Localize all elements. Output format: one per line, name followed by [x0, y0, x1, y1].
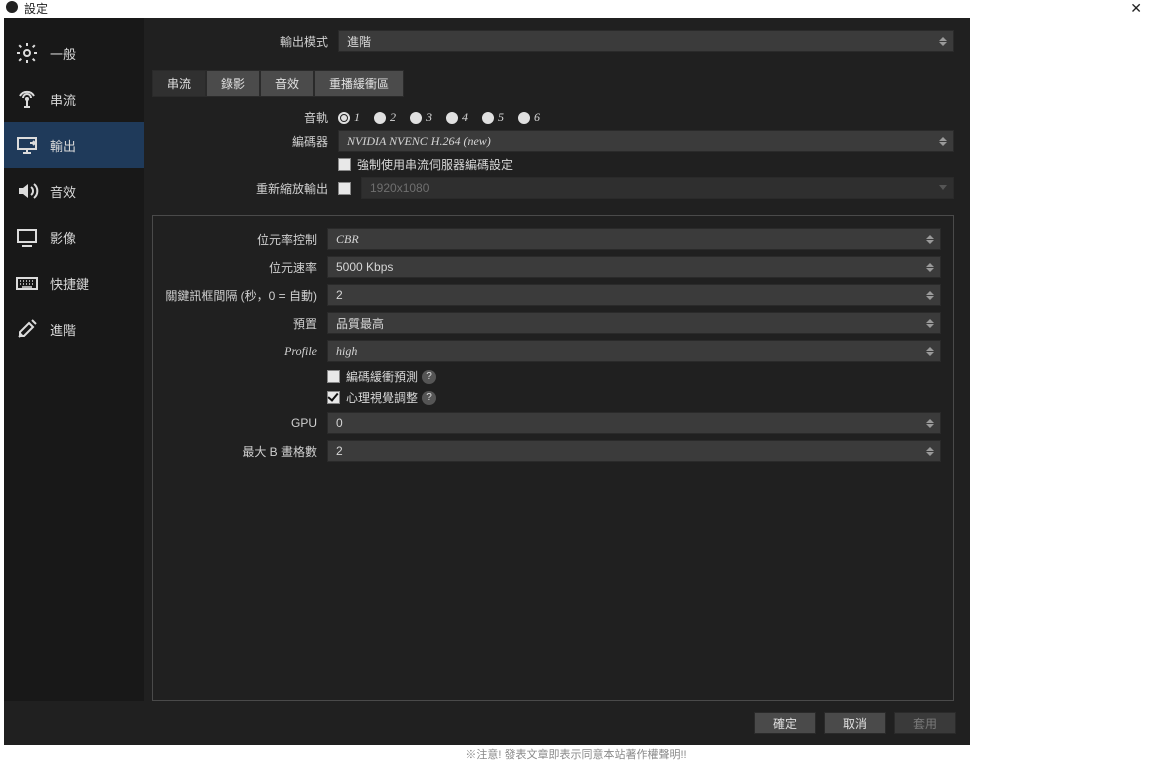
- audio-track-3[interactable]: 3: [410, 110, 432, 125]
- enforce-label: 強制使用串流伺服器編碼設定: [357, 156, 513, 173]
- sidebar-item-label: 進階: [50, 320, 76, 339]
- sidebar-item-video[interactable]: 影像: [4, 214, 144, 260]
- gpu-input[interactable]: 0: [327, 412, 941, 434]
- encoder-settings-panel: 位元率控制 CBR 位元速率 5000 Kbps 關鍵訊框間隔 (秒，0 = 自…: [152, 215, 954, 701]
- keyboard-icon: [12, 268, 42, 298]
- tab-audio[interactable]: 音效: [260, 70, 314, 97]
- preset-select[interactable]: 品質最高: [327, 312, 941, 334]
- audio-track-2[interactable]: 2: [374, 110, 396, 125]
- encoder-value: NVIDIA NVENC H.264 (new): [347, 134, 491, 149]
- profile-value: high: [336, 344, 357, 359]
- psycho-checkbox[interactable]: [327, 391, 340, 404]
- updown-icon: [926, 286, 938, 304]
- bitrate-label: 位元速率: [157, 259, 327, 276]
- help-icon[interactable]: ?: [422, 370, 436, 384]
- monitor-output-icon: [12, 130, 42, 160]
- tab-replaybuffer[interactable]: 重播緩衝區: [314, 70, 404, 97]
- sidebar-item-advanced[interactable]: 進階: [4, 306, 144, 352]
- tab-streaming[interactable]: 串流: [152, 70, 206, 97]
- titlebar: 設定 ✕: [0, 0, 1152, 18]
- content-pane: 輸出模式 進階 串流 錄影 音效 重播緩衝區 音軌 1 2 3: [144, 18, 970, 701]
- sidebar-item-label: 音效: [50, 182, 76, 201]
- tools-icon: [12, 314, 42, 344]
- updown-icon: [926, 230, 938, 248]
- rescale-select[interactable]: 1920x1080: [361, 177, 954, 199]
- updown-icon: [926, 442, 938, 460]
- window-title: 設定: [24, 0, 48, 17]
- bitrate-value: 5000 Kbps: [336, 260, 393, 274]
- encoder-label: 編碼器: [152, 133, 338, 150]
- encoder-select[interactable]: NVIDIA NVENC H.264 (new): [338, 130, 954, 152]
- profile-label: Profile: [157, 344, 327, 359]
- rescale-checkbox[interactable]: [338, 182, 351, 195]
- rescale-value: 1920x1080: [370, 181, 429, 195]
- rate-control-label: 位元率控制: [157, 231, 327, 248]
- bframes-input[interactable]: 2: [327, 440, 941, 462]
- page-watermark: ※注意! 發表文章即表示同意本站著作權聲明!!: [0, 746, 1152, 762]
- audio-track-4[interactable]: 4: [446, 110, 468, 125]
- sidebar-item-label: 快捷鍵: [50, 274, 89, 293]
- tab-recording[interactable]: 錄影: [206, 70, 260, 97]
- gpu-label: GPU: [157, 416, 327, 430]
- audio-track-1[interactable]: 1: [338, 110, 360, 125]
- broadcast-icon: [12, 84, 42, 114]
- cancel-button[interactable]: 取消: [824, 712, 886, 734]
- psycho-label: 心理視覺調整: [346, 389, 418, 406]
- sidebar-item-stream[interactable]: 串流: [4, 76, 144, 122]
- output-mode-select[interactable]: 進階: [338, 30, 954, 52]
- display-icon: [12, 222, 42, 252]
- lookahead-label: 編碼緩衝預測: [346, 368, 418, 385]
- ok-button[interactable]: 確定: [754, 712, 816, 734]
- sidebar-item-output[interactable]: 輸出: [4, 122, 144, 168]
- close-button[interactable]: ✕: [1130, 0, 1142, 17]
- speaker-icon: [12, 176, 42, 206]
- audio-track-group: 1 2 3 4 5 6: [338, 110, 540, 125]
- profile-select[interactable]: high: [327, 340, 941, 362]
- updown-icon: [939, 32, 951, 50]
- bframes-label: 最大 B 畫格數: [157, 443, 327, 460]
- gpu-value: 0: [336, 416, 343, 430]
- keyframe-value: 2: [336, 288, 343, 302]
- updown-icon: [926, 258, 938, 276]
- sidebar-item-general[interactable]: 一般: [4, 30, 144, 76]
- preset-label: 預置: [157, 315, 327, 332]
- gear-icon: [12, 38, 42, 68]
- chevron-down-icon: [939, 185, 947, 190]
- updown-icon: [926, 414, 938, 432]
- updown-icon: [926, 342, 938, 360]
- lookahead-checkbox[interactable]: [327, 370, 340, 383]
- updown-icon: [926, 314, 938, 332]
- sidebar-item-label: 一般: [50, 44, 76, 63]
- rescale-label: 重新縮放輸出: [152, 180, 338, 197]
- output-mode-value: 進階: [347, 33, 371, 50]
- bitrate-input[interactable]: 5000 Kbps: [327, 256, 941, 278]
- rate-control-select[interactable]: CBR: [327, 228, 941, 250]
- sidebar: 一般 串流 輸出 音效: [4, 18, 144, 701]
- preset-value: 品質最高: [336, 315, 384, 332]
- sidebar-item-label: 串流: [50, 90, 76, 109]
- keyframe-label: 關鍵訊框間隔 (秒，0 = 自動): [157, 287, 327, 304]
- app-icon: [6, 1, 18, 13]
- sidebar-item-hotkeys[interactable]: 快捷鍵: [4, 260, 144, 306]
- audio-track-6[interactable]: 6: [518, 110, 540, 125]
- help-icon[interactable]: ?: [422, 391, 436, 405]
- enforce-checkbox[interactable]: [338, 158, 351, 171]
- bframes-value: 2: [336, 444, 343, 458]
- output-tabs: 串流 錄影 音效 重播緩衝區: [152, 70, 954, 97]
- audio-track-label: 音軌: [152, 109, 338, 126]
- updown-icon: [939, 132, 951, 150]
- audio-track-5[interactable]: 5: [482, 110, 504, 125]
- keyframe-input[interactable]: 2: [327, 284, 941, 306]
- output-mode-label: 輸出模式: [152, 33, 338, 50]
- rate-control-value: CBR: [336, 232, 359, 247]
- sidebar-item-label: 影像: [50, 228, 76, 247]
- sidebar-item-label: 輸出: [50, 136, 76, 155]
- apply-button[interactable]: 套用: [894, 712, 956, 734]
- footer: 確定 取消 套用: [4, 701, 970, 745]
- sidebar-item-audio[interactable]: 音效: [4, 168, 144, 214]
